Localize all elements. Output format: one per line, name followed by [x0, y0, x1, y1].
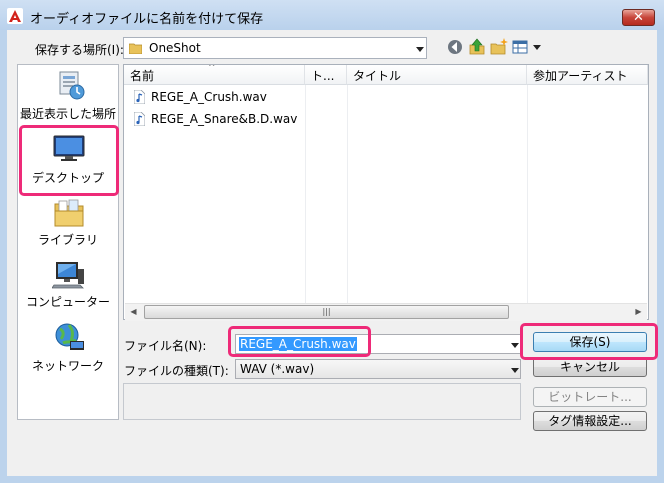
- save-location-value: OneShot: [149, 41, 201, 55]
- place-label: ライブラリ: [37, 233, 98, 247]
- title-bar: オーディオファイルに名前を付けて保存 ✕: [0, 0, 664, 30]
- highlight-desktop: [19, 125, 119, 196]
- view-menu-icon[interactable]: [512, 37, 530, 57]
- place-label: コンピューター: [25, 295, 110, 309]
- app-logo-icon: [7, 8, 23, 24]
- scrollbar-thumb[interactable]: |||: [144, 305, 509, 319]
- save-location-label: 保存する場所(I):: [35, 43, 124, 57]
- computer-icon: [52, 262, 84, 289]
- view-menu-chevron-icon[interactable]: [533, 45, 541, 50]
- back-icon[interactable]: [445, 37, 465, 57]
- sort-ascending-icon: ^: [208, 65, 216, 73]
- column-header-label: 参加アーティスト: [533, 69, 628, 83]
- place-network[interactable]: ネットワーク: [18, 315, 118, 379]
- audio-file-icon: [134, 90, 145, 104]
- scroll-left-icon[interactable]: ◀: [125, 304, 142, 320]
- filename-label: ファイル名(N):: [124, 339, 207, 353]
- filetype-value: WAV (*.wav): [240, 362, 315, 376]
- highlight-save: [520, 323, 658, 360]
- places-bar: 最近表示した場所 デスクトップ ライブラリ コンピューター ネットワーク: [17, 64, 119, 420]
- place-recent[interactable]: 最近表示した場所: [18, 65, 118, 127]
- column-header-label: 名前: [130, 69, 155, 83]
- libraries-icon: [54, 199, 84, 227]
- chevron-down-icon: [416, 47, 424, 52]
- up-folder-icon[interactable]: [467, 37, 487, 57]
- audio-file-icon: [134, 112, 145, 126]
- place-libraries[interactable]: ライブラリ: [18, 191, 118, 253]
- folder-icon: [129, 43, 142, 54]
- save-dialog: オーディオファイルに名前を付けて保存 ✕ 保存する場所(I): OneShot: [0, 0, 664, 483]
- status-panel: [123, 383, 521, 420]
- column-divider: [527, 85, 528, 303]
- save-location-combobox[interactable]: OneShot: [123, 37, 427, 59]
- highlight-filename: [228, 326, 371, 357]
- new-folder-icon[interactable]: [489, 37, 509, 57]
- scroll-right-icon[interactable]: ▶: [630, 304, 647, 320]
- place-label: ネットワーク: [31, 359, 104, 373]
- bitrate-button[interactable]: ビットレート...: [533, 387, 647, 407]
- column-header-name[interactable]: 名前 ^: [124, 65, 305, 85]
- column-header-artist[interactable]: 参加アーティスト: [527, 65, 648, 85]
- chevron-down-icon[interactable]: [511, 368, 519, 373]
- file-name: REGE_A_Crush.wav: [151, 90, 267, 104]
- column-header-title[interactable]: タイトル: [347, 65, 527, 85]
- close-button[interactable]: ✕: [622, 9, 655, 26]
- horizontal-scrollbar[interactable]: ◀ ||| ▶: [125, 303, 647, 321]
- file-list[interactable]: 名前 ^ ト... タイトル 参加アーティスト REGE_A_Crush.wav: [123, 64, 649, 321]
- filetype-label: ファイルの種類(T):: [124, 364, 229, 378]
- column-header-label: タイトル: [353, 69, 402, 83]
- file-name: REGE_A_Snare&B.D.wav: [151, 112, 298, 126]
- filetype-select[interactable]: WAV (*.wav): [235, 359, 521, 379]
- place-computer[interactable]: コンピューター: [18, 253, 118, 315]
- column-divider: [305, 85, 306, 303]
- recent-places-icon: [59, 71, 85, 100]
- network-icon: [55, 323, 84, 350]
- place-label: 最近表示した場所: [19, 107, 116, 121]
- column-header-label: ト...: [311, 69, 335, 83]
- chevron-down-icon[interactable]: [511, 343, 519, 348]
- window-title: オーディオファイルに名前を付けて保存: [30, 12, 264, 27]
- tag-settings-button[interactable]: タグ情報設定...: [533, 411, 647, 431]
- cancel-button[interactable]: キャンセル: [533, 357, 647, 377]
- column-header-track[interactable]: ト...: [305, 65, 347, 85]
- column-divider: [347, 85, 348, 303]
